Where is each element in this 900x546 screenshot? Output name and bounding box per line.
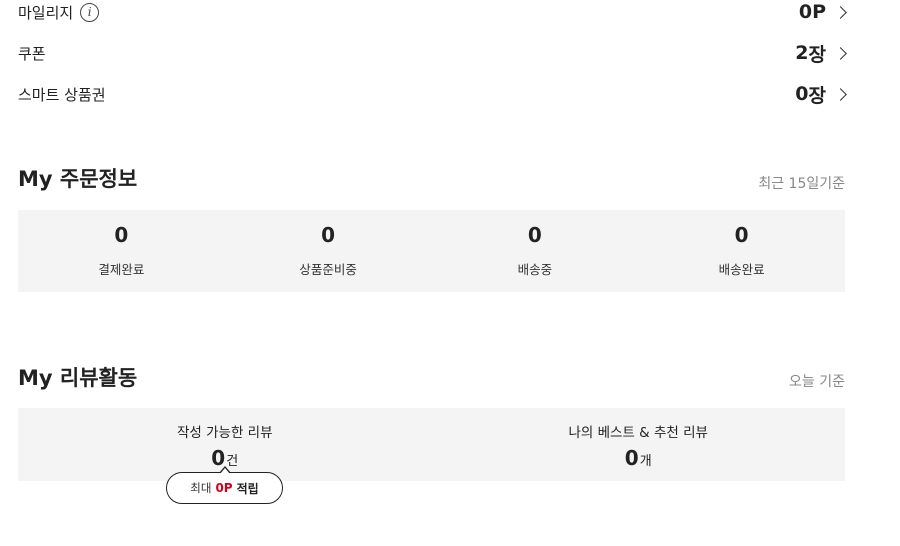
chevron-right-icon [834,46,847,60]
order-status-delivered[interactable]: 0 배송완료 [638,210,845,292]
tooltip-amount: 0P [215,481,233,495]
mileage-row[interactable]: 마일리지 i 0P [18,0,848,27]
review-unit: 개 [639,454,652,469]
info-circle-icon[interactable]: i [80,2,100,22]
review-activity-box: 작성 가능한 리뷰 0건 나의 베스트 & 추천 리뷰 0개 [18,408,845,481]
gift-card-unit: 장 [808,84,826,107]
reviews-section-title: My 리뷰활동 [18,366,138,390]
order-count: 0 [321,223,336,247]
order-label: 결제완료 [98,262,145,277]
chevron-right-icon [834,5,847,19]
order-count: 0 [527,223,542,247]
coupon-unit: 장 [808,43,826,66]
mileage-label-wrap: 마일리지 i [18,2,100,23]
mileage-value-wrap: 0P [799,1,848,23]
reward-tooltip: 최대 0P 적립 [166,466,283,504]
orders-section-note: 최근 15일기준 [758,176,845,192]
order-label: 상품준비중 [299,262,357,277]
best-recommended-reviews[interactable]: 나의 베스트 & 추천 리뷰 0개 [432,408,846,481]
reviews-section-note: 오늘 기준 [789,374,845,390]
order-status-preparing[interactable]: 0 상품준비중 [225,210,432,292]
gift-card-label: 스마트 상품권 [18,85,106,104]
tooltip-prefix: 최대 [190,481,212,495]
order-label: 배송완료 [718,262,765,277]
coupon-value-wrap: 2장 [795,40,848,67]
coupon-value: 2 [795,42,809,64]
review-label: 나의 베스트 & 추천 리뷰 [568,425,708,441]
order-count: 0 [114,223,129,247]
gift-card-row[interactable]: 스마트 상품권 0장 [18,79,848,109]
coupon-row[interactable]: 쿠폰 2장 [18,38,848,68]
review-count-wrap: 0개 [625,446,652,470]
coupon-label: 쿠폰 [18,44,46,63]
review-label: 작성 가능한 리뷰 [176,425,273,441]
order-status-paid[interactable]: 0 결제완료 [18,210,225,292]
tooltip-suffix: 적립 [236,481,259,496]
review-count: 0 [624,446,639,470]
gift-card-value: 0 [795,83,809,105]
orders-section-title: My 주문정보 [18,167,138,191]
mileage-label: 마일리지 [18,3,74,22]
mileage-unit: P [812,1,826,23]
mileage-value: 0 [798,1,813,23]
order-status-box: 0 결제완료 0 상품준비중 0 배송중 0 배송완료 [18,210,845,292]
order-label: 배송중 [517,262,553,277]
order-status-shipping[interactable]: 0 배송중 [432,210,639,292]
gift-card-value-wrap: 0장 [795,81,848,108]
order-count: 0 [734,223,749,247]
chevron-right-icon [834,87,847,101]
